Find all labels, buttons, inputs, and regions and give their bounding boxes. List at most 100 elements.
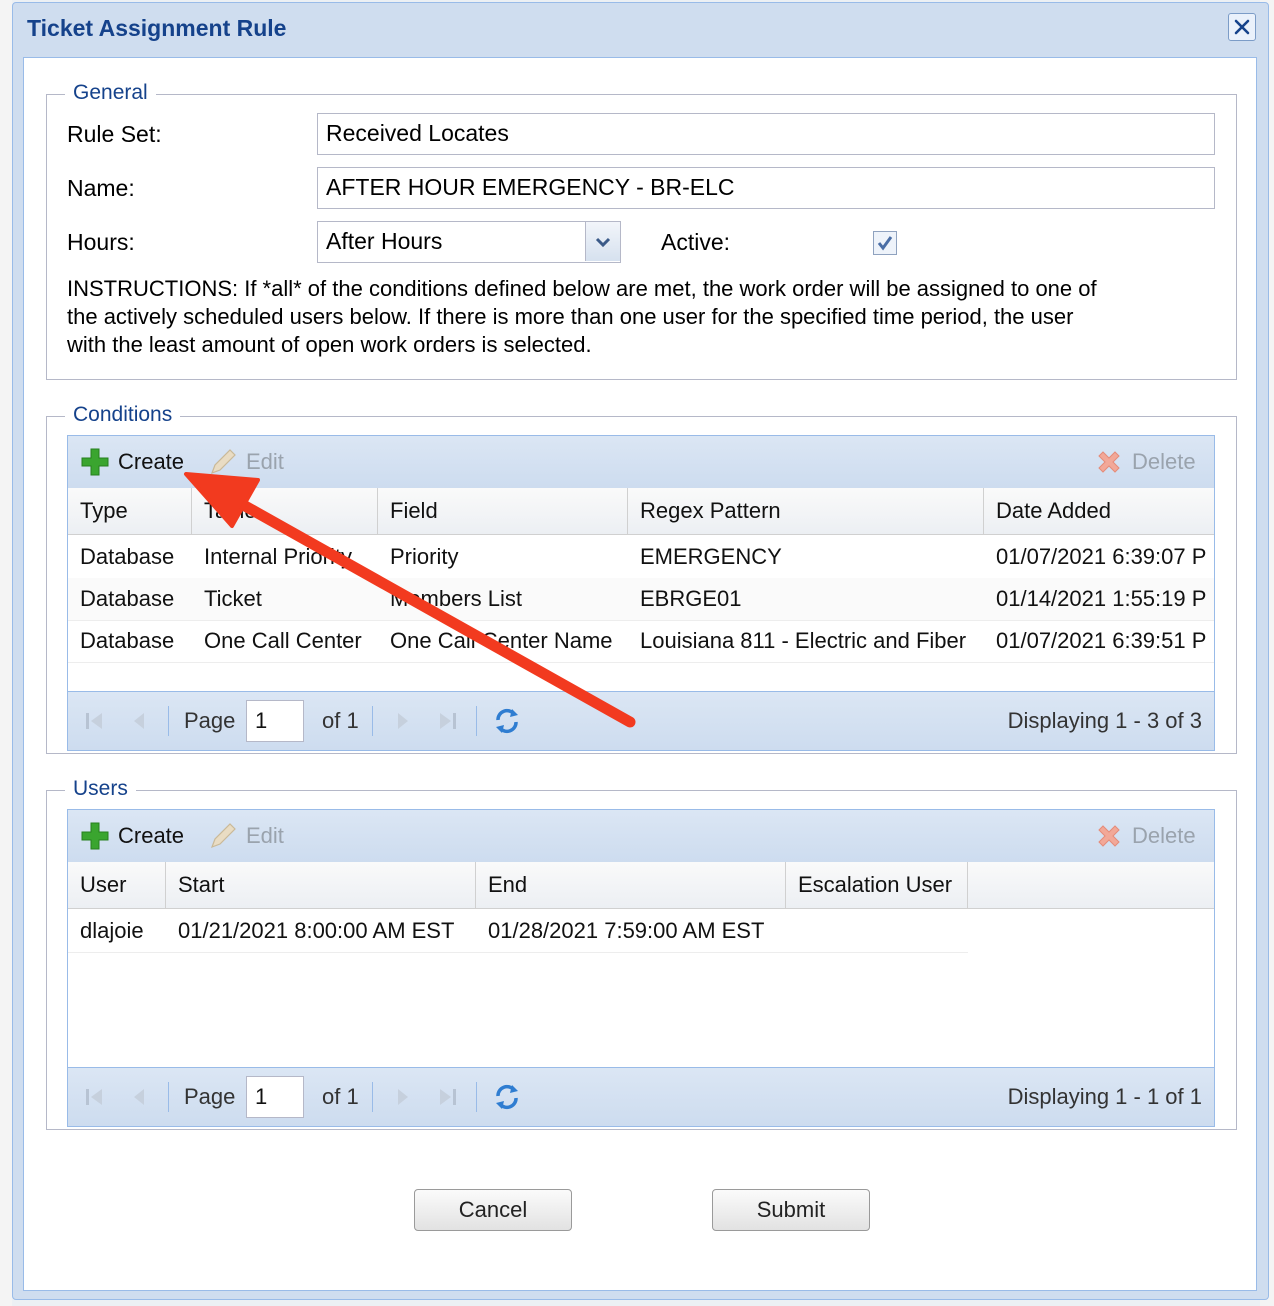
column-header-escalation-user[interactable]: Escalation User: [786, 862, 968, 908]
hours-label: Hours:: [67, 229, 135, 255]
page-of-label: of 1: [322, 1084, 359, 1109]
next-page-button[interactable]: [388, 706, 416, 736]
cell-date-added: 01/07/2021 6:39:07 P: [996, 544, 1207, 569]
conditions-toolbar: Create Edit Delete: [68, 436, 1214, 489]
rule-set-label: Rule Set:: [67, 121, 162, 147]
first-page-icon: [86, 713, 102, 729]
users-create-label: Create: [118, 823, 185, 848]
last-page-icon: [440, 1089, 456, 1105]
table-row[interactable]: Database One Call Center One Call Center…: [68, 620, 1214, 663]
conditions-grid-header: Type Table Field Regex Pattern Date Adde…: [68, 488, 1214, 535]
refresh-button[interactable]: [490, 706, 524, 736]
pager-separator: [372, 1082, 373, 1112]
active-label: Active:: [661, 229, 731, 255]
users-grid: Create Edit Delete User Start End Escala…: [67, 809, 1215, 1127]
table-row[interactable]: dlajoie 01/21/2021 8:00:00 AM EST 01/28/…: [68, 910, 968, 953]
hours-dropdown-trigger[interactable]: [585, 222, 620, 261]
cell-date-added: 01/14/2021 1:55:19 P: [996, 586, 1207, 611]
name-field[interactable]: AFTER HOUR EMERGENCY - BR-ELC: [317, 167, 1215, 209]
conditions-fieldset: Conditions Create Edit Delete Type Table…: [46, 403, 1237, 754]
users-create-button[interactable]: Create: [80, 818, 184, 854]
hours-select[interactable]: After Hours: [317, 221, 621, 263]
refresh-button[interactable]: [490, 1082, 524, 1112]
first-page-button[interactable]: [80, 1082, 108, 1112]
last-page-icon: [440, 713, 456, 729]
pencil-icon: [208, 447, 238, 477]
last-page-button[interactable]: [434, 1082, 462, 1112]
page-number-input[interactable]: 1: [246, 700, 304, 742]
pager-separator: [168, 1082, 169, 1112]
page-label: Page: [184, 708, 236, 733]
prev-page-button[interactable]: [126, 1082, 154, 1112]
conditions-legend: Conditions: [65, 403, 181, 427]
hours-value: After Hours: [326, 228, 443, 254]
background-left-edge: [0, 0, 12, 1306]
cell-user: dlajoie: [80, 918, 144, 943]
conditions-edit-label: Edit: [246, 449, 284, 474]
cell-field: One Call Center Name: [390, 628, 613, 653]
pencil-icon: [208, 821, 238, 851]
pager-separator: [476, 1082, 477, 1112]
general-fieldset: General Rule Set: Received Locates Name:…: [46, 81, 1237, 380]
column-header-regex-pattern[interactable]: Regex Pattern: [628, 488, 984, 534]
next-page-button[interactable]: [388, 1082, 416, 1112]
pager-separator: [372, 706, 373, 736]
cancel-button[interactable]: Cancel: [414, 1189, 572, 1231]
column-header-start[interactable]: Start: [166, 862, 476, 908]
prev-page-icon: [134, 713, 144, 729]
page-label: Page: [184, 1084, 236, 1109]
rule-set-field[interactable]: Received Locates: [317, 113, 1215, 155]
users-delete-button[interactable]: Delete: [1094, 818, 1196, 854]
submit-button[interactable]: Submit: [712, 1189, 870, 1231]
cell-field: Priority: [390, 544, 459, 569]
column-header-filler: [968, 862, 1214, 908]
column-header-table[interactable]: Table: [192, 488, 378, 534]
cell-escalation-user: [786, 910, 968, 952]
column-header-date-added[interactable]: Date Added: [984, 488, 1214, 534]
active-checkbox[interactable]: [873, 231, 897, 255]
close-button[interactable]: [1228, 13, 1256, 41]
conditions-delete-label: Delete: [1132, 449, 1196, 474]
cell-type: Database: [80, 586, 175, 611]
table-row[interactable]: Database Ticket Members List EBRGE01 01/…: [68, 578, 1214, 621]
name-label: Name:: [67, 175, 135, 201]
x-icon: [1094, 821, 1124, 851]
instructions-text: INSTRUCTIONS: If *all* of the conditions…: [67, 275, 1227, 359]
plus-icon: [80, 447, 110, 477]
column-header-field[interactable]: Field: [378, 488, 628, 534]
next-page-icon: [398, 713, 408, 729]
conditions-edit-button[interactable]: Edit: [208, 444, 284, 480]
users-delete-label: Delete: [1132, 823, 1196, 848]
first-page-button[interactable]: [80, 706, 108, 736]
users-legend: Users: [65, 777, 136, 801]
page-of-label: of 1: [322, 708, 359, 733]
cell-type: Database: [80, 628, 175, 653]
table-row[interactable]: Database Internal Priority Priority EMER…: [68, 536, 1214, 579]
cell-table: Ticket: [204, 586, 262, 611]
cell-table: One Call Center: [204, 628, 362, 653]
cell-end: 01/28/2021 7:59:00 AM EST: [488, 918, 765, 943]
prev-page-button[interactable]: [126, 706, 154, 736]
users-toolbar: Create Edit Delete: [68, 810, 1214, 863]
cell-regex-pattern: Louisiana 811 - Electric and Fiber: [640, 628, 967, 653]
conditions-delete-button[interactable]: Delete: [1094, 444, 1196, 480]
refresh-icon: [496, 1084, 518, 1110]
column-header-type[interactable]: Type: [68, 488, 192, 534]
refresh-icon: [496, 708, 518, 734]
column-header-user[interactable]: User: [68, 862, 166, 908]
chevron-down-icon: [595, 237, 611, 247]
dialog-title: Ticket Assignment Rule: [27, 15, 287, 41]
last-page-button[interactable]: [434, 706, 462, 736]
displaying-count: Displaying 1 - 1 of 1: [1007, 1084, 1202, 1109]
users-grid-header: User Start End Escalation User: [68, 862, 1214, 909]
x-icon: [1094, 447, 1124, 477]
instructions-line: INSTRUCTIONS: If *all* of the conditions…: [67, 276, 1097, 301]
dialog-window: Ticket Assignment Rule General Rule Set:…: [12, 2, 1269, 1300]
cell-table: Internal Priority: [204, 544, 352, 569]
page-number-input[interactable]: 1: [246, 1076, 304, 1118]
conditions-create-button[interactable]: Create: [80, 444, 184, 480]
cell-type: Database: [80, 544, 175, 569]
column-header-end[interactable]: End: [476, 862, 786, 908]
prev-page-icon: [134, 1089, 144, 1105]
users-edit-button[interactable]: Edit: [208, 818, 284, 854]
